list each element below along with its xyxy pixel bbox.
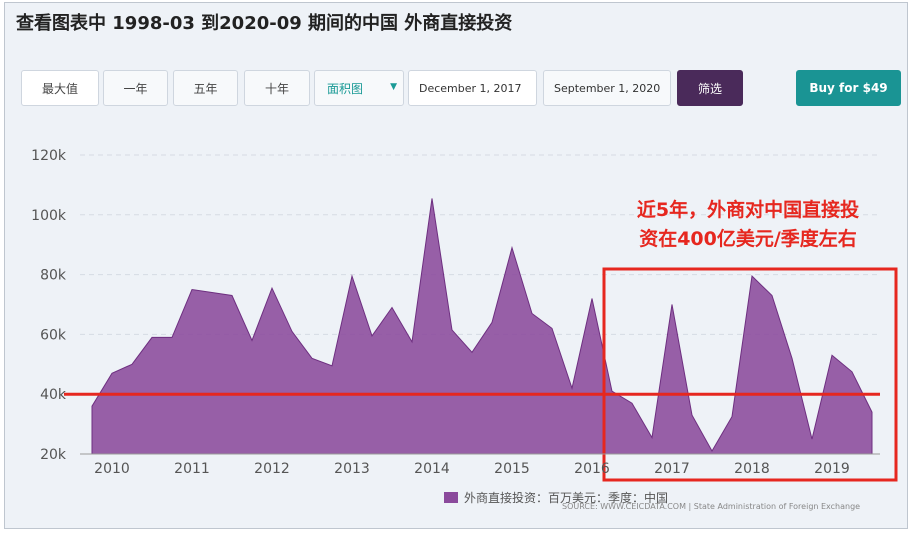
y-tick-label: 100k <box>31 208 67 224</box>
x-tick-label: 2011 <box>174 461 210 477</box>
x-tick-label: 2014 <box>414 461 450 477</box>
y-tick-label: 40k <box>40 387 67 403</box>
annotation-line-2: 资在400亿美元/季度左右 <box>639 228 857 250</box>
x-tick-label: 2015 <box>494 461 530 477</box>
source-note: SOURCE: WWW.CEICDATA.COM | State Adminis… <box>562 502 861 511</box>
x-tick-label: 2013 <box>334 461 370 477</box>
legend-swatch <box>444 492 458 503</box>
x-tick-label: 2018 <box>734 461 770 477</box>
annotation: 近5年，外商对中国直接投 资在400亿美元/季度左右 <box>594 196 902 254</box>
y-tick-label: 80k <box>40 268 67 284</box>
y-tick-label: 20k <box>40 447 67 463</box>
x-tick-label: 2012 <box>254 461 290 477</box>
annotation-line-1: 近5年，外商对中国直接投 <box>636 199 860 221</box>
area-chart: 20k 40k 60k 80k 100k 120k 2010 2011 2012 2013 201… <box>31 148 898 482</box>
x-tick-label: 2016 <box>574 461 610 477</box>
y-tick-label: 60k <box>40 327 67 343</box>
x-tick-label: 2010 <box>94 461 130 477</box>
y-tick-label: 120k <box>31 148 67 164</box>
x-tick-label: 2017 <box>654 461 690 477</box>
x-tick-label: 2019 <box>814 461 850 477</box>
